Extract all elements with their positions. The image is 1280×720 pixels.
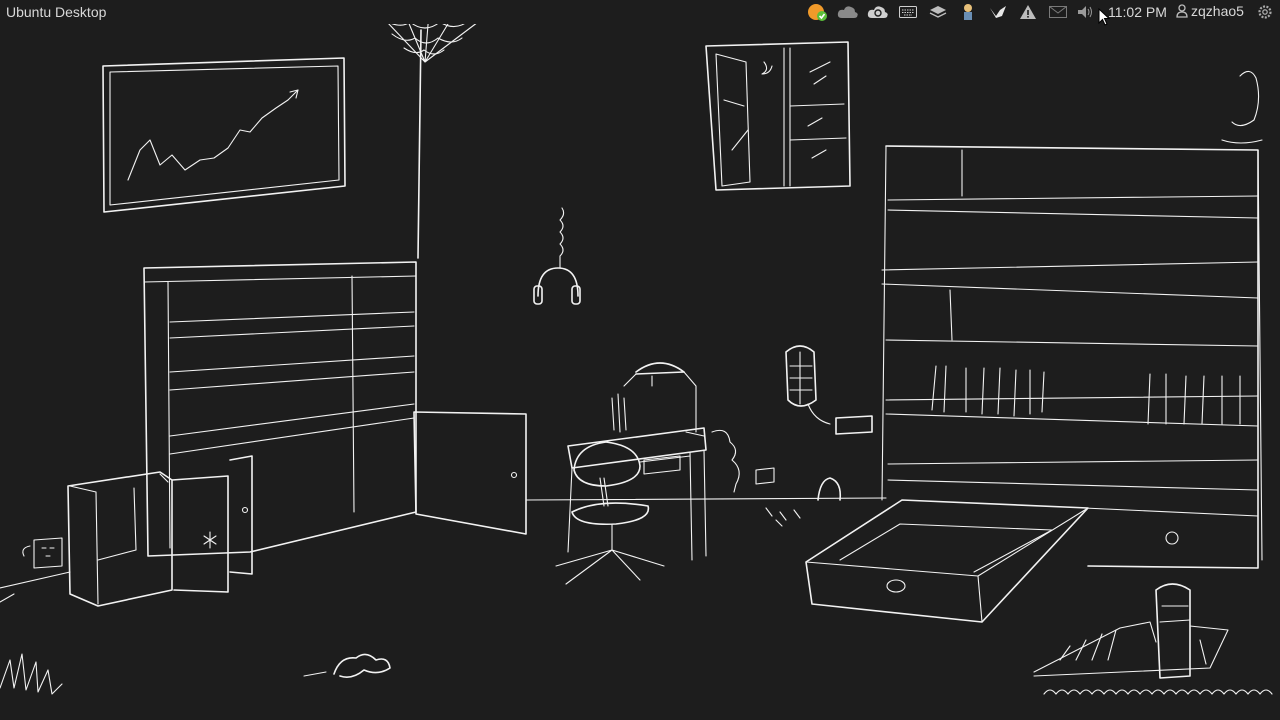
gear-icon[interactable] xyxy=(1254,2,1276,22)
headphones xyxy=(534,208,580,304)
grass-tuft xyxy=(0,654,62,694)
top-panel: Ubuntu Desktop 11:02 PM zqzhao5 xyxy=(0,0,1280,24)
user-figure-icon[interactable] xyxy=(956,2,980,22)
mouse-hole xyxy=(766,478,840,526)
notification-update-icon[interactable] xyxy=(806,2,830,22)
app-title: Ubuntu Desktop xyxy=(6,4,107,20)
worm xyxy=(304,654,390,677)
desktop-wallpaper xyxy=(0,0,1280,720)
username-label: zqzhao5 xyxy=(1191,3,1244,19)
mail-icon[interactable] xyxy=(1046,2,1070,22)
cloud-icon[interactable] xyxy=(836,2,860,22)
clock[interactable]: 11:02 PM xyxy=(1108,4,1167,20)
cloud-sync-icon[interactable] xyxy=(866,2,890,22)
wall-phone xyxy=(786,346,872,434)
alert-icon[interactable] xyxy=(1016,2,1040,22)
left-bookshelf xyxy=(144,262,526,556)
hanging-object xyxy=(1222,71,1262,143)
crane-icon[interactable] xyxy=(986,2,1010,22)
wall-chart-frame xyxy=(103,58,345,212)
small-cabinet xyxy=(68,456,252,606)
open-drawer xyxy=(806,500,1088,622)
right-bookshelf xyxy=(882,146,1262,568)
wall-outlet-left xyxy=(0,538,70,602)
figure-in-hole xyxy=(1034,584,1272,694)
floor-line xyxy=(526,498,886,500)
user-menu[interactable]: zqzhao5 xyxy=(1176,3,1244,19)
mouse-cursor-icon xyxy=(1098,8,1110,26)
keyboard-icon[interactable] xyxy=(896,2,920,22)
desk xyxy=(568,363,774,560)
spider-web xyxy=(368,0,494,258)
night-window xyxy=(706,42,850,190)
dropbox-icon[interactable] xyxy=(926,2,950,22)
user-icon xyxy=(1176,4,1188,18)
volume-icon[interactable] xyxy=(1074,2,1098,22)
